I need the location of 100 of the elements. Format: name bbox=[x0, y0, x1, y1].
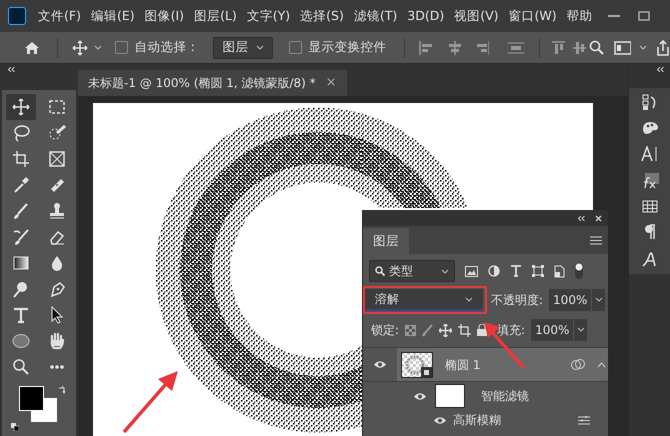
opacity-label: 不透明度: bbox=[491, 292, 544, 309]
menu-item[interactable]: 文件(F) bbox=[38, 6, 81, 26]
workspace-icon[interactable] bbox=[614, 40, 631, 54]
distribute-icon[interactable] bbox=[507, 40, 525, 54]
layer-name: 智能滤镜 bbox=[481, 388, 529, 405]
close-icon[interactable] bbox=[595, 214, 602, 222]
quick-selection-icon bbox=[48, 124, 66, 142]
history-brush-icon bbox=[12, 228, 30, 246]
smart-object-filter-icon[interactable] bbox=[554, 264, 565, 278]
move-icon[interactable] bbox=[72, 40, 88, 56]
dodge-icon bbox=[12, 280, 30, 298]
eye-icon[interactable] bbox=[373, 360, 387, 369]
palette-icon[interactable] bbox=[640, 121, 658, 135]
filter-options-icon[interactable] bbox=[578, 416, 590, 424]
minimize-icon[interactable] bbox=[608, 14, 620, 18]
menu-item[interactable]: 图像(I) bbox=[144, 6, 184, 26]
caret-icon[interactable] bbox=[638, 45, 647, 50]
history-icon[interactable] bbox=[642, 94, 658, 110]
more-icon bbox=[50, 365, 64, 369]
layers-tab[interactable]: 图层 bbox=[363, 228, 409, 254]
app-logo-icon[interactable] bbox=[8, 7, 26, 25]
maximize-icon[interactable] bbox=[638, 11, 650, 21]
smart-filter-badge-icon bbox=[571, 358, 585, 371]
blend-mode-dropdown[interactable]: 溶解 bbox=[365, 289, 483, 311]
glyph-icon[interactable] bbox=[640, 251, 658, 268]
caret-icon[interactable] bbox=[591, 289, 606, 311]
filter-toggle-icon[interactable] bbox=[575, 263, 583, 279]
align-middle-icon[interactable] bbox=[572, 40, 586, 54]
shape-filter-icon[interactable] bbox=[532, 265, 544, 277]
checkbox[interactable] bbox=[115, 41, 128, 54]
layer-dropdown[interactable]: 图层 bbox=[213, 36, 274, 58]
swap-colors-icon[interactable] bbox=[58, 386, 66, 394]
eye-icon[interactable] bbox=[433, 416, 447, 424]
stamp-icon bbox=[48, 202, 66, 220]
caret-icon bbox=[441, 268, 449, 274]
menu-item[interactable]: 图层(L) bbox=[194, 6, 237, 26]
paragraph-icon[interactable] bbox=[644, 224, 656, 240]
tool-button[interactable] bbox=[6, 94, 36, 120]
filter-name: 高斯模糊 bbox=[453, 412, 502, 429]
caret-icon bbox=[256, 45, 264, 50]
collapse-icon[interactable] bbox=[578, 216, 585, 220]
color-swatches-drawing[interactable] bbox=[19, 386, 57, 422]
hand-icon bbox=[48, 332, 66, 350]
move-icon bbox=[12, 98, 30, 116]
grid-icon[interactable] bbox=[642, 200, 658, 213]
collapse-caret-icon[interactable] bbox=[597, 362, 606, 368]
move-icon[interactable] bbox=[439, 324, 452, 336]
menu-item[interactable]: 编辑(E) bbox=[90, 6, 135, 26]
filter-dropdown[interactable]: 类型 bbox=[369, 260, 455, 282]
adjustment-filter-icon[interactable] bbox=[488, 265, 500, 277]
gradient-icon bbox=[12, 254, 30, 272]
align-top-icon[interactable] bbox=[552, 40, 565, 54]
type-filter-icon[interactable] bbox=[510, 265, 522, 277]
menu-item[interactable]: 视图(V) bbox=[454, 6, 499, 26]
default-colors-icon[interactable] bbox=[11, 423, 19, 431]
brush-icon bbox=[12, 202, 30, 220]
close-button[interactable]: × bbox=[326, 73, 337, 93]
layer-row[interactable]: 椭圆 1 bbox=[397, 348, 608, 381]
smart-object-thumbnail bbox=[401, 352, 433, 378]
zoom-icon bbox=[12, 358, 30, 376]
menu-item[interactable]: 帮助 bbox=[566, 6, 593, 26]
type-icon bbox=[12, 306, 30, 324]
fill-field[interactable]: 100% bbox=[531, 319, 588, 341]
menu-item[interactable]: 选择(S) bbox=[300, 6, 344, 26]
align-left-icon[interactable] bbox=[419, 40, 435, 54]
fill-label: 填充: bbox=[497, 322, 526, 339]
layer-name: 椭圆 1 bbox=[445, 356, 482, 374]
menu-item[interactable]: 文字(Y) bbox=[246, 6, 290, 26]
collapse-icon[interactable] bbox=[8, 67, 15, 72]
menu-item[interactable]: 滤镜(T) bbox=[354, 6, 398, 26]
search-icon[interactable] bbox=[589, 40, 604, 55]
lock-icon[interactable] bbox=[477, 324, 488, 336]
caret-icon[interactable] bbox=[94, 45, 102, 50]
crop-icon bbox=[12, 150, 30, 168]
artboard-icon[interactable] bbox=[458, 324, 472, 336]
share-icon[interactable] bbox=[654, 40, 670, 56]
checkbox-label: 显示变换控件 bbox=[308, 38, 386, 56]
menu-item[interactable]: 窗口(W) bbox=[508, 6, 557, 26]
align-center-icon[interactable] bbox=[446, 40, 462, 54]
character-icon[interactable] bbox=[640, 146, 658, 162]
eye-icon[interactable] bbox=[413, 392, 427, 400]
ellipse-icon bbox=[12, 332, 30, 350]
collapse-icon[interactable] bbox=[657, 67, 664, 72]
lock-transparency-icon[interactable] bbox=[405, 324, 416, 336]
pen-icon bbox=[48, 280, 66, 298]
document-tab[interactable]: 未标题-1 @ 100% (椭圆 1, 滤镜蒙版/8) * × bbox=[78, 70, 347, 96]
lasso-icon bbox=[12, 124, 30, 142]
caret-icon[interactable] bbox=[573, 319, 588, 341]
brush-icon[interactable] bbox=[422, 324, 434, 336]
menu-item[interactable]: 3D(D) bbox=[407, 6, 444, 26]
panel-menu-icon[interactable] bbox=[590, 236, 602, 245]
home-icon[interactable] bbox=[24, 40, 40, 54]
marquee-icon bbox=[48, 98, 66, 116]
eraser-icon bbox=[48, 228, 66, 246]
opacity-field[interactable]: 100% bbox=[549, 289, 606, 311]
image-filter-icon[interactable] bbox=[465, 266, 478, 276]
lock-label: 锁定: bbox=[371, 322, 400, 339]
checkbox[interactable] bbox=[289, 41, 302, 54]
eyedropper-icon bbox=[12, 176, 30, 194]
filter-mask-thumbnail bbox=[435, 384, 465, 408]
